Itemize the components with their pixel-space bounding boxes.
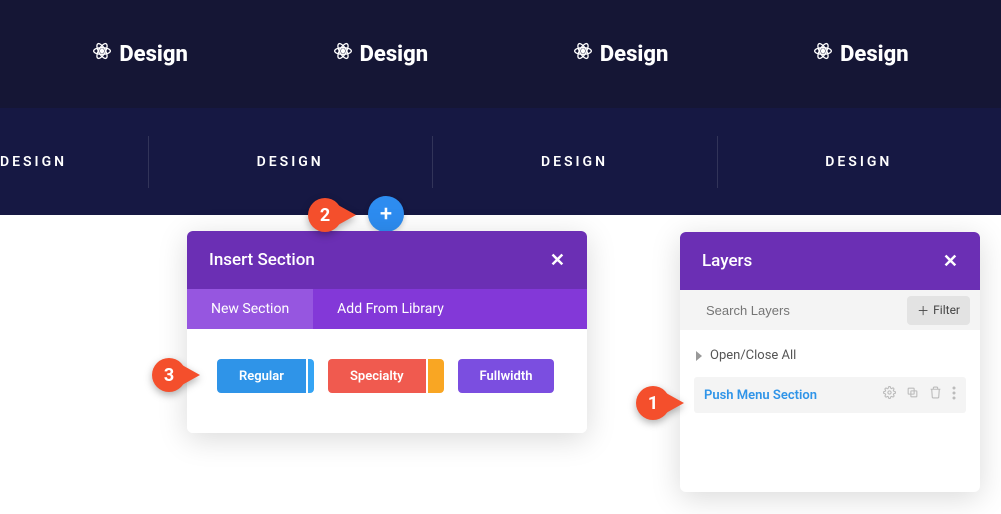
brand-item: Design [813, 41, 908, 67]
tab-label: Add From Library [337, 301, 444, 317]
callout-bubble: 3 [152, 358, 186, 392]
nav-item[interactable]: DESIGN [432, 154, 716, 170]
tab-label: New Section [211, 301, 289, 317]
toggle-open-close-all[interactable]: Open/Close All [694, 342, 966, 377]
insert-tabs: New Section Add From Library [187, 289, 587, 329]
tab-new-section[interactable]: New Section [187, 289, 313, 329]
gear-icon[interactable] [883, 386, 896, 404]
toggle-label: Open/Close All [710, 348, 796, 363]
atom-icon [813, 41, 833, 67]
specialty-button-accent[interactable] [428, 359, 444, 393]
callout-1: 1 [636, 386, 670, 420]
callout-2: 2 [308, 198, 342, 232]
brand-bar: Design Design Design Design [0, 0, 1001, 108]
search-input[interactable] [690, 297, 899, 324]
regular-button[interactable]: Regular [217, 359, 306, 393]
panel-header: Insert Section ✕ [187, 231, 587, 289]
button-label: Fullwidth [480, 369, 533, 384]
close-icon[interactable]: ✕ [550, 250, 565, 271]
brand-item: Design [333, 41, 428, 67]
layers-body: Open/Close All Push Menu Section [680, 330, 980, 425]
filter-label: Filter [933, 303, 960, 317]
nav-label: DESIGN [0, 154, 67, 170]
regular-button-accent[interactable] [308, 359, 314, 393]
layer-item[interactable]: Push Menu Section [694, 377, 966, 413]
add-section-button[interactable]: + [368, 196, 404, 232]
nav-item[interactable]: DESIGN [148, 154, 432, 170]
callout-3: 3 [152, 358, 186, 392]
atom-icon [573, 41, 593, 67]
layer-item-actions [883, 386, 956, 404]
more-icon[interactable] [952, 386, 956, 404]
brand-item: Design [92, 41, 187, 67]
layer-item-label: Push Menu Section [704, 388, 883, 403]
brand-label: Design [840, 42, 908, 67]
brand-item: Design [573, 41, 668, 67]
plus-icon: + [380, 202, 392, 227]
specialty-button[interactable]: Specialty [328, 359, 426, 393]
nav-bar: DESIGN DESIGN DESIGN DESIGN [0, 108, 1001, 215]
close-icon[interactable]: ✕ [943, 251, 958, 272]
plus-icon: ＋ [917, 302, 929, 319]
triangle-right-icon [696, 351, 702, 361]
callout-bubble: 1 [636, 386, 670, 420]
tab-add-from-library[interactable]: Add From Library [313, 289, 468, 329]
insert-section-panel: Insert Section ✕ New Section Add From Li… [187, 231, 587, 433]
trash-icon[interactable] [929, 386, 942, 404]
layers-toolbar: ＋ Filter [680, 290, 980, 330]
brand-label: Design [360, 42, 428, 67]
specialty-group: Specialty [328, 359, 444, 393]
nav-label: DESIGN [257, 154, 324, 170]
button-label: Regular [239, 369, 284, 384]
regular-group: Regular [217, 359, 314, 393]
atom-icon [92, 41, 112, 67]
panel-title: Layers [702, 251, 752, 271]
layers-panel: Layers ✕ ＋ Filter Open/Close All Push Me… [680, 232, 980, 492]
nav-label: DESIGN [541, 154, 608, 170]
callout-bubble: 2 [308, 198, 342, 232]
button-label: Specialty [350, 369, 404, 384]
nav-item[interactable]: DESIGN [717, 154, 1001, 170]
fullwidth-button[interactable]: Fullwidth [458, 359, 555, 393]
brand-label: Design [119, 42, 187, 67]
nav-label: DESIGN [825, 154, 892, 170]
panel-title: Insert Section [209, 250, 315, 270]
insert-body: Regular Specialty Fullwidth [187, 329, 587, 433]
brand-label: Design [600, 42, 668, 67]
filter-button[interactable]: ＋ Filter [907, 296, 970, 325]
nav-item[interactable]: DESIGN [0, 154, 148, 170]
panel-header: Layers ✕ [680, 232, 980, 290]
atom-icon [333, 41, 353, 67]
duplicate-icon[interactable] [906, 386, 919, 404]
